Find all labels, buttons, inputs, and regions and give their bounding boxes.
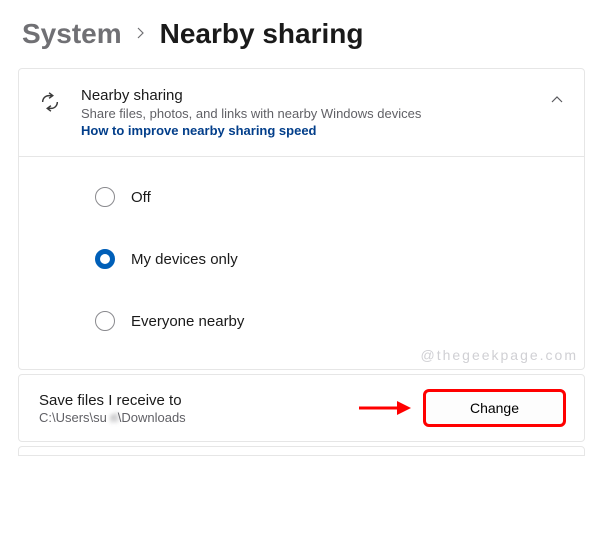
radio-option-everyone[interactable]: Everyone nearby bbox=[95, 311, 564, 331]
chevron-right-icon bbox=[136, 24, 146, 45]
card-title: Nearby sharing bbox=[81, 87, 530, 104]
radio-icon bbox=[95, 187, 115, 207]
annotation-arrow-icon bbox=[357, 398, 413, 418]
path-prefix: C:\Users\su bbox=[39, 410, 107, 425]
breadcrumb: System Nearby sharing bbox=[0, 0, 603, 58]
change-button[interactable]: Change bbox=[425, 391, 564, 425]
radio-option-my-devices[interactable]: My devices only bbox=[95, 249, 564, 269]
next-card-partial bbox=[18, 446, 585, 456]
share-icon bbox=[39, 91, 61, 113]
chevron-up-icon bbox=[550, 93, 564, 107]
save-location-title: Save files I receive to bbox=[39, 392, 345, 409]
save-location-text: Save files I receive to C:\Users\su ri\D… bbox=[39, 392, 345, 425]
radio-option-off[interactable]: Off bbox=[95, 187, 564, 207]
path-suffix: \Downloads bbox=[118, 410, 186, 425]
radio-label: My devices only bbox=[131, 251, 238, 268]
radio-icon bbox=[95, 311, 115, 331]
watermark-text: @thegeekpage.com bbox=[19, 347, 584, 369]
nearby-sharing-card: Nearby sharing Share files, photos, and … bbox=[18, 68, 585, 370]
radio-label: Off bbox=[131, 189, 151, 206]
radio-label: Everyone nearby bbox=[131, 313, 244, 330]
nearby-sharing-header[interactable]: Nearby sharing Share files, photos, and … bbox=[19, 69, 584, 156]
save-location-card: Save files I receive to C:\Users\su ri\D… bbox=[18, 374, 585, 442]
radio-icon-selected bbox=[95, 249, 115, 269]
breadcrumb-current: Nearby sharing bbox=[160, 18, 364, 50]
breadcrumb-parent[interactable]: System bbox=[22, 18, 122, 50]
card-description: Share files, photos, and links with near… bbox=[81, 106, 530, 121]
sharing-options-list: Off My devices only Everyone nearby bbox=[19, 156, 584, 371]
improve-speed-link[interactable]: How to improve nearby sharing speed bbox=[81, 123, 530, 138]
header-text-block: Nearby sharing Share files, photos, and … bbox=[81, 87, 530, 138]
save-location-path: C:\Users\su ri\Downloads bbox=[39, 410, 345, 425]
path-blurred: ri bbox=[107, 410, 118, 425]
